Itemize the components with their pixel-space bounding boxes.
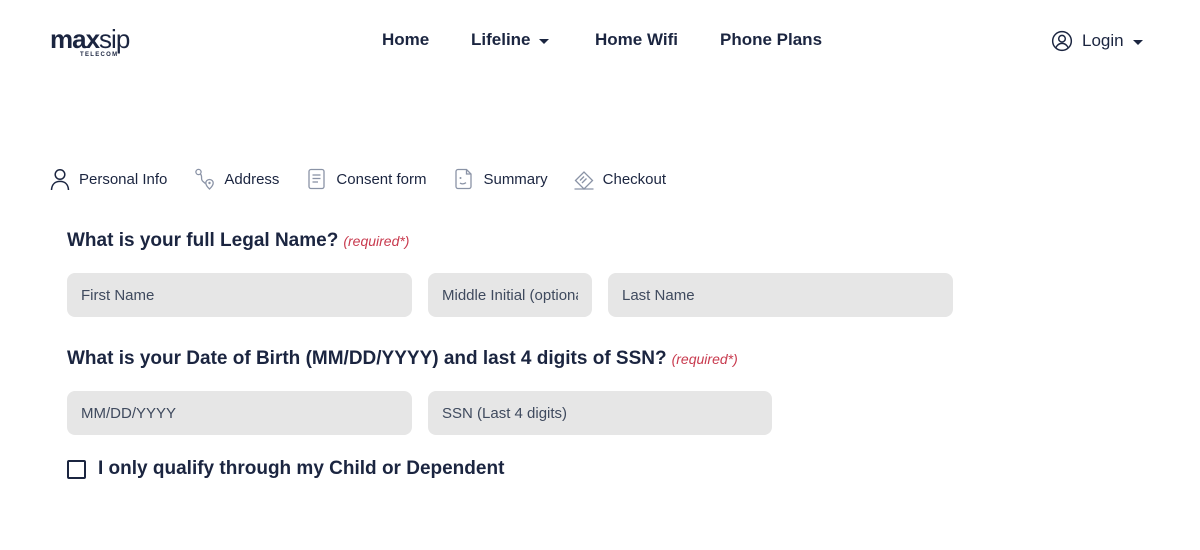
step-address[interactable]: Address — [194, 167, 279, 191]
login-label: Login — [1082, 31, 1124, 50]
step-checkout-label: Checkout — [602, 170, 667, 188]
nav-home-wifi[interactable]: Home Wifi — [595, 28, 678, 52]
nav-phone-plans-label: Phone Plans — [720, 30, 823, 49]
step-summary-label: Summary — [483, 170, 548, 188]
nav-home[interactable]: Home — [382, 28, 429, 52]
last-name-input[interactable] — [608, 273, 953, 317]
logo-wordmark-bold: max — [50, 24, 100, 54]
ticket-icon — [574, 171, 594, 190]
step-personal-info-label: Personal Info — [79, 170, 168, 188]
nav-lifeline-label: Lifeline — [471, 30, 531, 49]
logo-wordmark: maxsip — [50, 24, 130, 54]
legal-name-question: What is your full Legal Name? (required*) — [67, 230, 409, 252]
person-icon — [50, 168, 70, 191]
step-consent-form-label: Consent form — [336, 170, 427, 188]
required-label: (required*) — [671, 351, 738, 367]
document-icon — [308, 168, 326, 190]
step-address-label: Address — [224, 170, 280, 188]
nav-home-wifi-label: Home Wifi — [595, 30, 678, 49]
nav-phone-plans[interactable]: Phone Plans — [720, 28, 822, 52]
date-of-birth-input[interactable] — [67, 391, 412, 435]
route-pin-icon — [195, 168, 215, 190]
step-consent-form[interactable]: Consent form — [306, 167, 426, 191]
chevron-down-icon — [1132, 40, 1143, 45]
site-header: maxsip TELECOM Home Lifeline Home Wifi P… — [0, 0, 1200, 82]
dob-ssn-question: What is your Date of Birth (MM/DD/YYYY) … — [67, 348, 738, 370]
step-checkout[interactable]: Checkout — [573, 167, 666, 191]
nav-lifeline[interactable]: Lifeline — [471, 28, 549, 52]
maxsip-logo[interactable]: maxsip TELECOM — [50, 24, 154, 62]
dependent-checkbox-row[interactable]: I only qualify through my Child or Depen… — [67, 458, 504, 480]
first-name-input[interactable] — [67, 273, 412, 317]
nav-home-label: Home — [382, 30, 430, 49]
dob-ssn-question-text: What is your Date of Birth (MM/DD/YYYY) … — [67, 348, 667, 369]
user-circle-icon — [1051, 30, 1073, 52]
required-label: (required*) — [343, 233, 410, 249]
step-personal-info[interactable]: Personal Info — [49, 167, 167, 191]
form-steps: Personal Info Address Consent form Summa… — [49, 166, 693, 192]
logo-wordmark-light: sip — [99, 24, 130, 54]
summary-document-icon — [455, 168, 473, 190]
middle-initial-input[interactable] — [428, 273, 592, 317]
dependent-checkbox[interactable] — [67, 459, 86, 479]
ssn-last4-input[interactable] — [428, 391, 772, 435]
logo-subtitle: TELECOM — [80, 52, 119, 58]
dependent-checkbox-label: I only qualify through my Child or Depen… — [98, 458, 505, 479]
login-menu[interactable]: Login — [1051, 28, 1143, 54]
chevron-down-icon — [538, 39, 549, 44]
step-summary[interactable]: Summary — [453, 167, 548, 191]
legal-name-question-text: What is your full Legal Name? — [67, 230, 339, 251]
